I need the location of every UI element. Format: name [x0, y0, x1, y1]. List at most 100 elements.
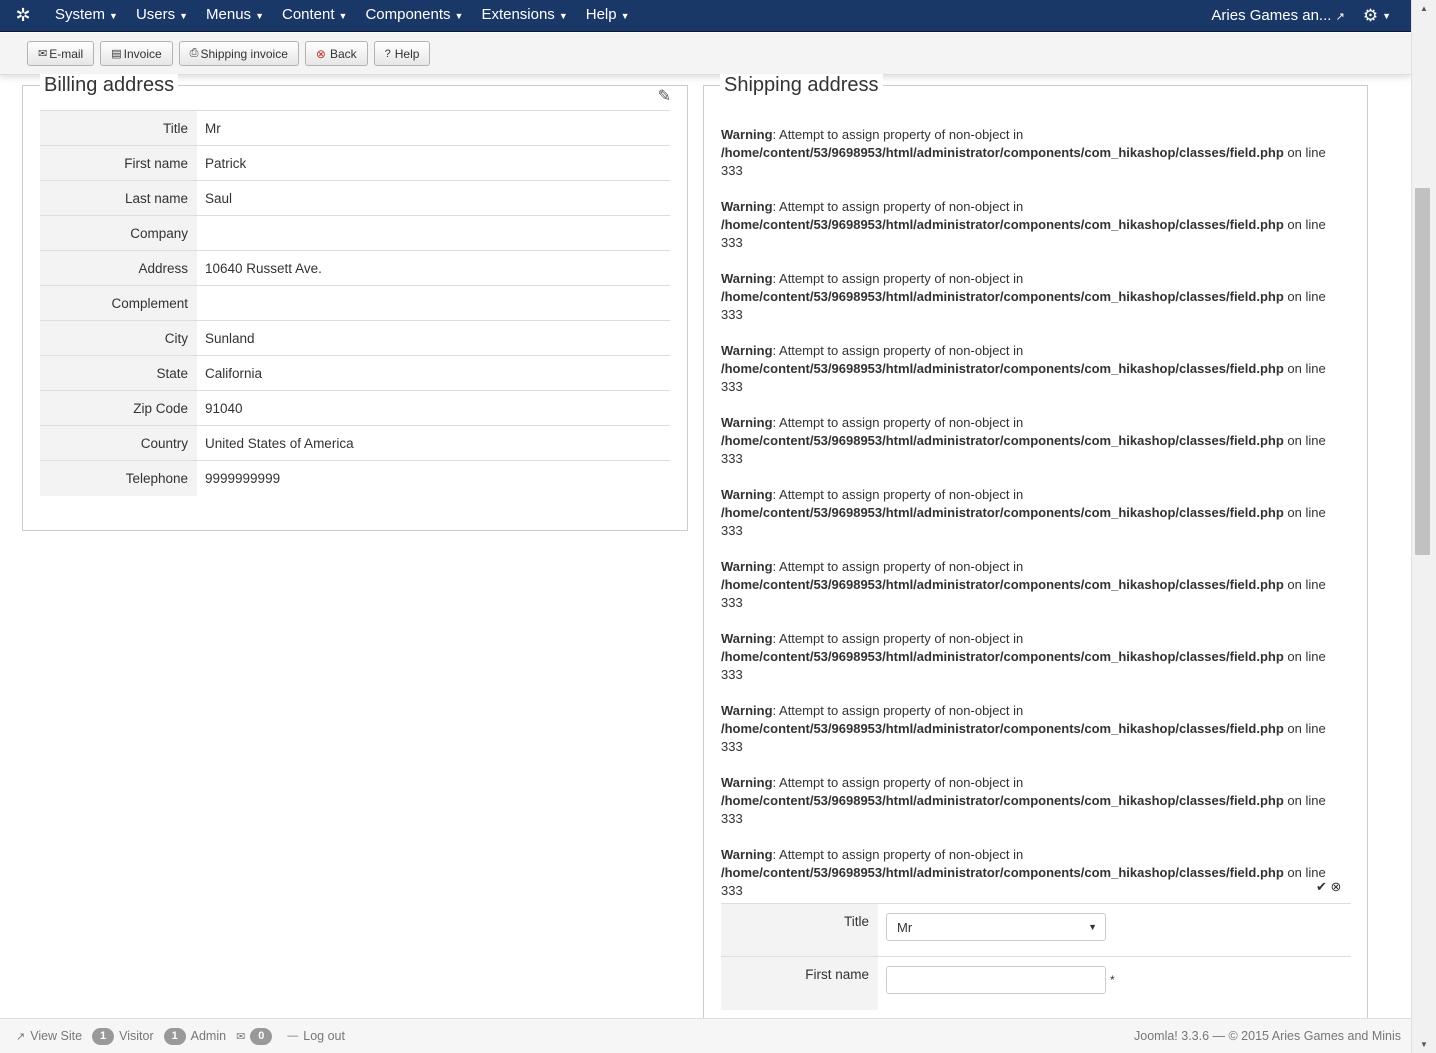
field-label: Country	[40, 425, 197, 461]
warning-message: Warning: Attempt to assign property of n…	[721, 486, 1341, 540]
field-label: Title	[40, 110, 197, 146]
field-value: Patrick	[197, 145, 670, 181]
warning-label: Warning	[721, 631, 773, 646]
table-row: Telephone 9999999999	[40, 460, 670, 496]
billing-address-legend: Billing address	[40, 74, 179, 97]
visitor-count: 1 Visitor	[92, 1027, 154, 1045]
title-select[interactable]: Mr ▼	[886, 913, 1106, 941]
view-site-label: View Site	[30, 1029, 83, 1043]
menu-users[interactable]: Users ▼	[127, 0, 197, 32]
warning-label: Warning	[721, 847, 773, 862]
warning-suffix: on line	[1283, 649, 1326, 664]
warning-line: 333	[721, 811, 743, 826]
warning-message: Warning: Attempt to assign property of n…	[721, 198, 1341, 252]
warning-path: /home/content/53/9698953/html/administra…	[721, 289, 1284, 304]
field-label: Complement	[40, 285, 197, 321]
email-button[interactable]: ✉ E-mail	[27, 41, 95, 66]
messages-count[interactable]: ✉ 0	[236, 1027, 277, 1045]
field-label: City	[40, 320, 197, 356]
warning-path: /home/content/53/9698953/html/administra…	[721, 793, 1284, 808]
pencil-icon[interactable]: ✎	[658, 86, 671, 106]
logout-label: Log out	[303, 1029, 345, 1043]
table-row: City Sunland	[40, 320, 670, 356]
external-link-icon: ↗	[16, 1030, 26, 1043]
table-row: Country United States of America	[40, 425, 670, 461]
billing-address-fieldset: Billing address ✎ Title Mr First name Patri…	[22, 74, 688, 531]
menu-content[interactable]: Content ▼	[273, 0, 356, 32]
warning-text: : Attempt to assign property of non-obje…	[772, 199, 1024, 214]
back-button[interactable]: ⊗ Back	[304, 41, 368, 66]
caret-down-icon: ▼	[109, 10, 118, 21]
shipping-address-legend: Shipping address	[720, 74, 883, 97]
php-warnings: Warning: Attempt to assign property of n…	[721, 126, 1341, 918]
table-row: Complement	[40, 285, 670, 321]
warning-suffix: on line	[1283, 577, 1326, 592]
menu-system[interactable]: System ▼	[46, 0, 127, 32]
scroll-down-arrow-icon[interactable]: ▼	[1412, 1036, 1436, 1053]
site-link[interactable]: Aries Games an... ↗	[1201, 7, 1354, 24]
warning-label: Warning	[721, 775, 773, 790]
caret-down-icon: ▼	[1382, 11, 1391, 22]
warning-label: Warning	[721, 559, 773, 574]
warning-text: : Attempt to assign property of non-obje…	[772, 775, 1024, 790]
warning-text: : Attempt to assign property of non-obje…	[772, 343, 1024, 358]
warning-line: 333	[721, 595, 743, 610]
printer-icon: ⎙	[189, 47, 199, 59]
logout-link[interactable]: — Log out	[287, 1029, 345, 1043]
field-value	[197, 215, 670, 251]
form-row-title: Title Mr ▼	[721, 903, 1351, 957]
navbar-right: Aries Games an... ↗ ⚙ ▼	[1201, 6, 1411, 26]
top-navbar: ✲ System ▼ Users ▼ Menus ▼ Content ▼ Compone…	[0, 0, 1411, 32]
warning-message: Warning: Attempt to assign property of n…	[721, 702, 1341, 756]
menu-help[interactable]: Help ▼	[577, 0, 639, 32]
warning-label: Warning	[721, 703, 773, 718]
admin-label: Admin	[190, 1029, 227, 1043]
warning-path: /home/content/53/9698953/html/administra…	[721, 505, 1284, 520]
joomla-logo-icon[interactable]: ✲	[0, 0, 46, 32]
billing-address-table: Title Mr First name Patrick Last name Saul Com…	[40, 110, 670, 496]
vertical-scrollbar[interactable]: ▲ ▼	[1411, 0, 1436, 1053]
scrollbar-thumb[interactable]	[1415, 188, 1430, 555]
scroll-up-arrow-icon[interactable]: ▲	[1412, 0, 1436, 17]
warning-path: /home/content/53/9698953/html/administra…	[721, 217, 1284, 232]
field-value	[197, 285, 670, 321]
caret-down-icon: ▼	[620, 10, 630, 21]
shipping-address-fieldset: Shipping address Warning: Attempt to ass…	[703, 74, 1368, 1025]
menu-menus[interactable]: Menus ▼	[197, 0, 273, 32]
warning-line: 333	[721, 523, 743, 538]
warning-line: 333	[721, 667, 743, 682]
shipping-address-form: Title Mr ▼ First name *	[721, 903, 1351, 1010]
menu-users-label: Users	[135, 6, 176, 24]
close-circle-icon[interactable]: ⊗	[1331, 879, 1342, 894]
checkmark-icon[interactable]: ✔	[1316, 879, 1327, 894]
warning-label: Warning	[721, 127, 773, 142]
warning-path: /home/content/53/9698953/html/administra…	[721, 145, 1284, 160]
back-button-label: Back	[329, 46, 357, 61]
warning-text: : Attempt to assign property of non-obje…	[772, 487, 1024, 502]
invoice-button[interactable]: ▤ Invoice	[100, 41, 173, 66]
help-button[interactable]: ? Help	[373, 41, 431, 66]
field-label: Company	[40, 215, 197, 251]
field-label: Telephone	[40, 460, 197, 496]
menu-extensions[interactable]: Extensions ▼	[472, 0, 576, 32]
title-label: Title	[721, 903, 878, 957]
view-site-link[interactable]: ↗ View Site	[16, 1029, 82, 1043]
field-label: First name	[40, 145, 197, 181]
shipping-invoice-button[interactable]: ⎙ Shipping invoice	[178, 41, 299, 66]
email-button-label: E-mail	[49, 46, 84, 61]
help-button-label: Help	[394, 46, 420, 61]
menu-components[interactable]: Components ▼	[356, 0, 472, 32]
caret-down-icon: ▼	[255, 10, 264, 21]
visitor-badge: 1	[92, 1027, 115, 1045]
warning-line: 333	[721, 163, 743, 178]
warning-text: : Attempt to assign property of non-obje…	[772, 415, 1024, 430]
warning-text: : Attempt to assign property of non-obje…	[772, 847, 1024, 862]
field-label: Zip Code	[40, 390, 197, 426]
warning-path: /home/content/53/9698953/html/administra…	[721, 433, 1284, 448]
minus-icon: —	[287, 1030, 299, 1042]
gear-icon[interactable]: ⚙ ▼	[1355, 6, 1411, 26]
field-value: United States of America	[197, 425, 670, 461]
warning-text: : Attempt to assign property of non-obje…	[772, 631, 1024, 646]
site-name: Aries Games an...	[1211, 7, 1332, 24]
first-name-input[interactable]	[886, 966, 1106, 994]
